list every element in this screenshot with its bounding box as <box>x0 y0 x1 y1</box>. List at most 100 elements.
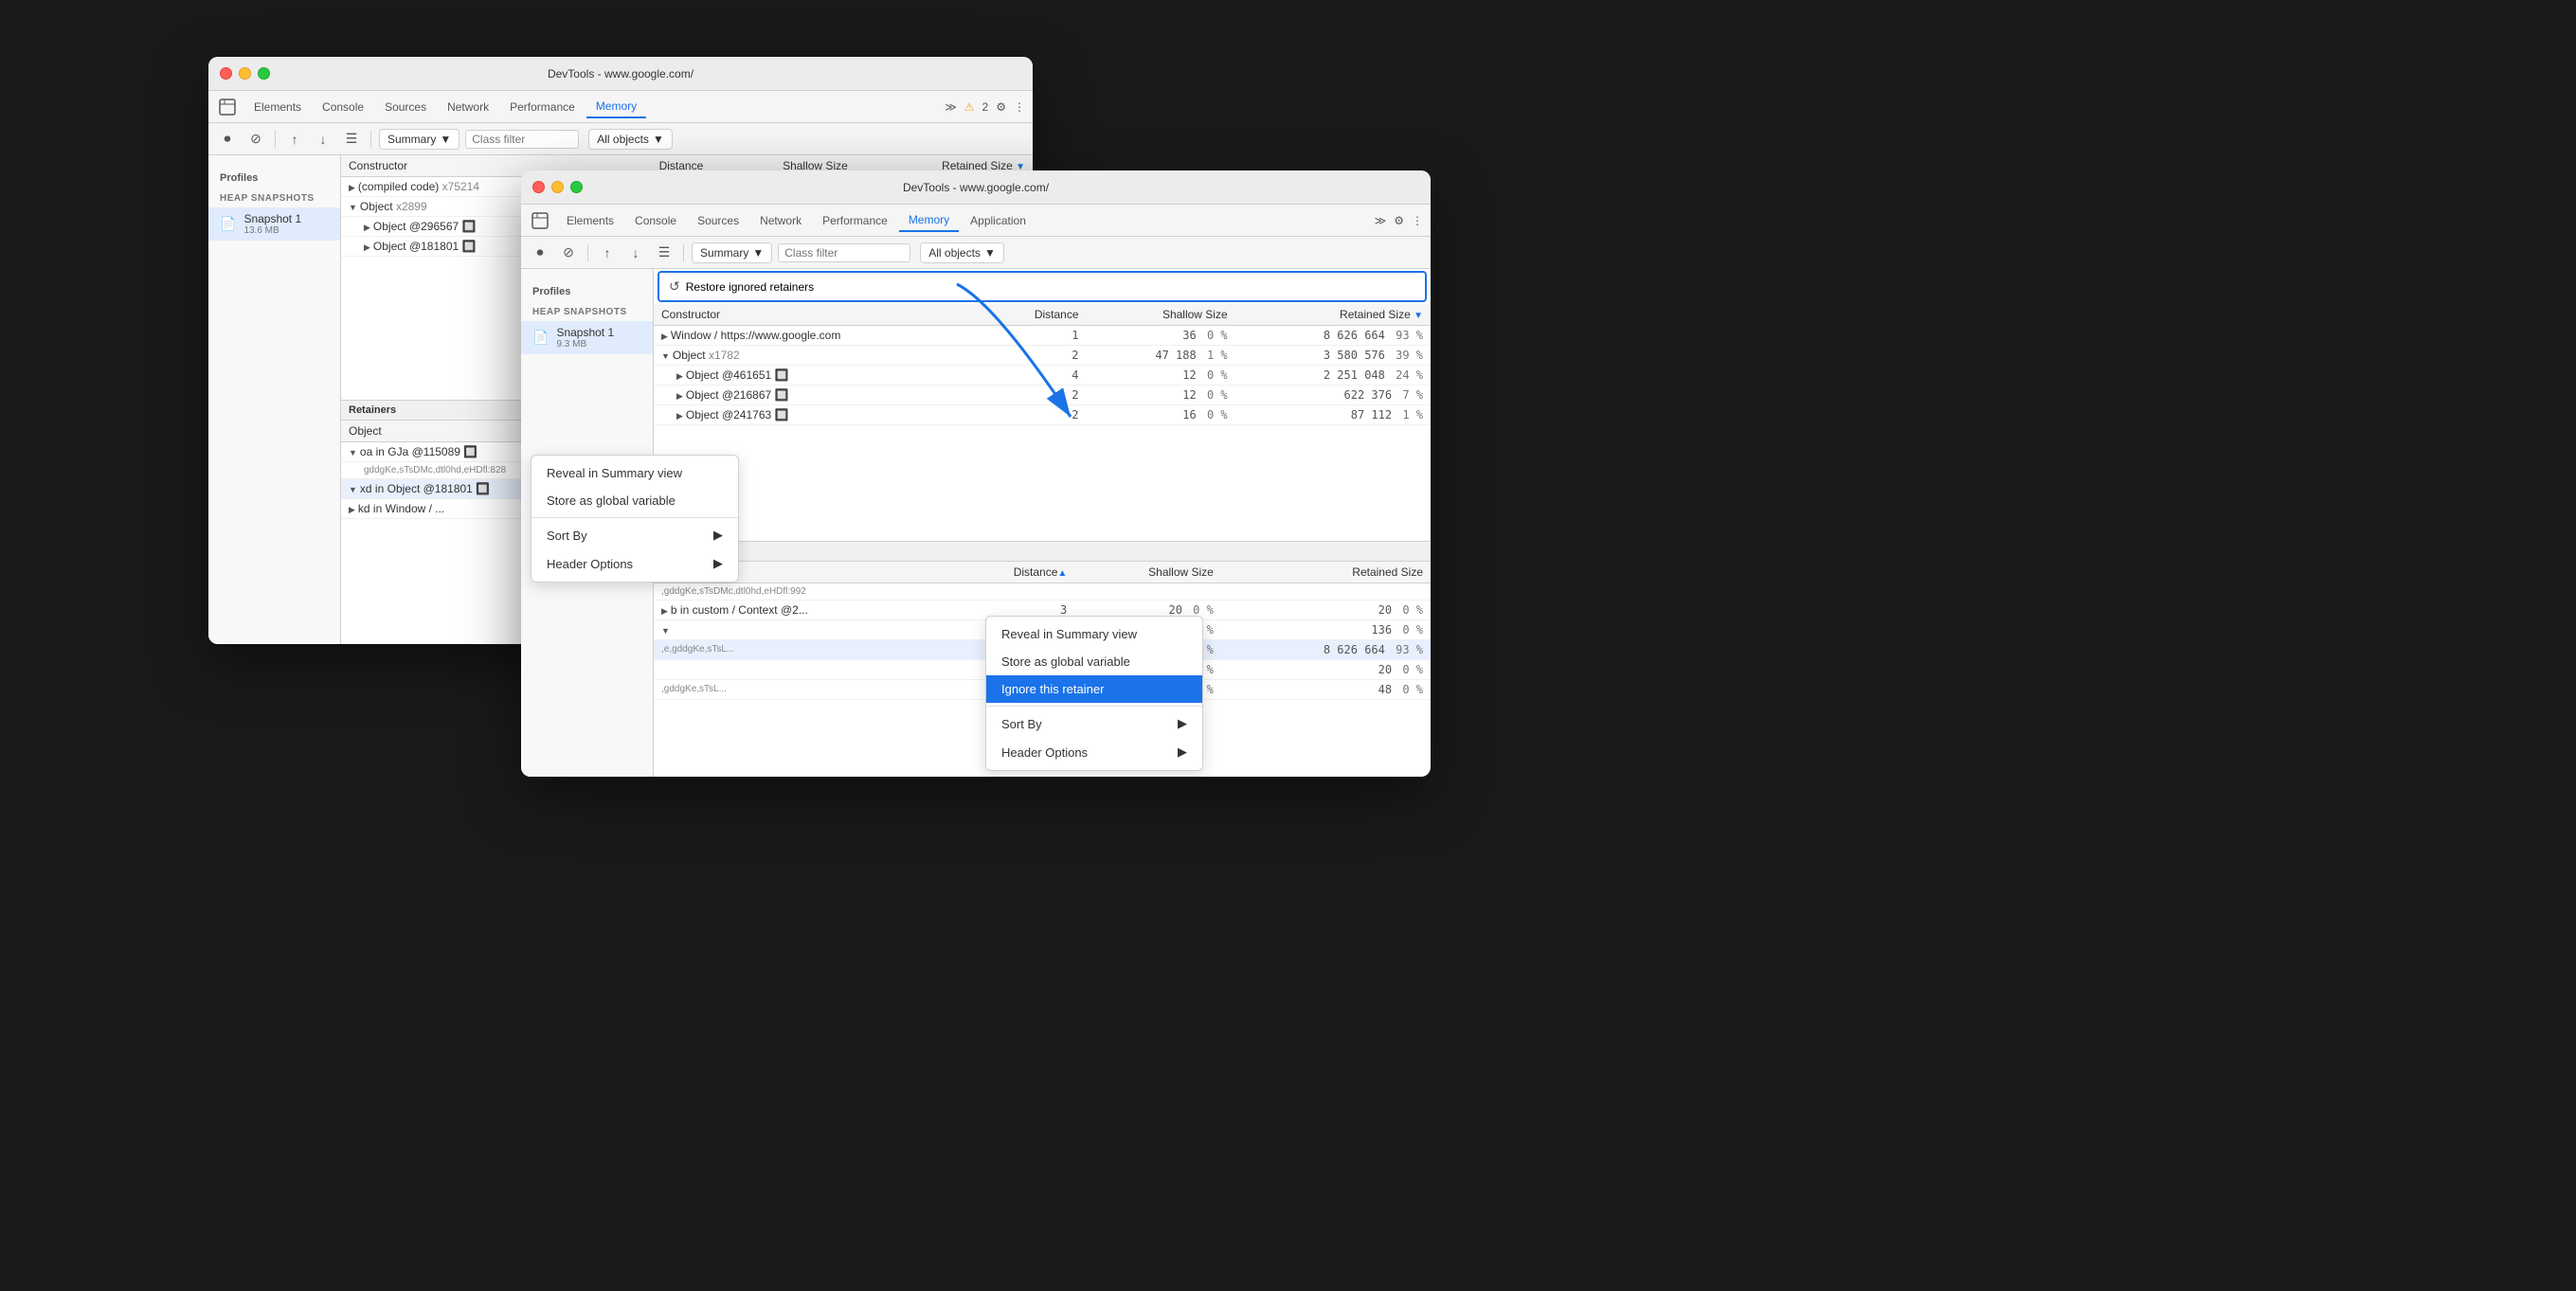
clear-button-front[interactable]: ⊘ <box>557 242 580 264</box>
more-tabs-icon-back[interactable]: ≫ <box>945 100 957 114</box>
constructor-cell: ▶Object @461651 🔲 <box>654 366 985 386</box>
snapshot-item-front[interactable]: 📄 Snapshot 1 9.3 MB <box>521 321 653 354</box>
restore-ignored-banner[interactable]: ↺ Restore ignored retainers <box>658 271 1427 302</box>
collect-button-front[interactable]: ☰ <box>653 242 676 264</box>
record-button-back[interactable]: ⏺ <box>216 128 239 151</box>
menu-item-reveal-front[interactable]: Reveal in Summary view <box>986 620 1202 648</box>
download-button-back[interactable]: ↓ <box>312 128 334 151</box>
tab-bar-right-front: ≫ ⚙ ⋮ <box>1375 214 1423 227</box>
tab-performance-front[interactable]: Performance <box>813 210 897 231</box>
separator-1-back <box>275 131 276 148</box>
minimize-button-front[interactable] <box>551 181 564 193</box>
separator-2-front <box>683 244 684 261</box>
tab-sources-back[interactable]: Sources <box>375 97 436 117</box>
tab-sources-front[interactable]: Sources <box>688 210 748 231</box>
table-row[interactable]: ▶Object @241763 🔲 2 16 0 % 87 112 1 % <box>654 405 1431 425</box>
submenu-arrow-sortby-front: ▶ <box>1178 716 1187 731</box>
table-row[interactable]: ▶Object @461651 🔲 4 12 0 % 2 251 048 24 … <box>654 366 1431 386</box>
menu-item-sortby-front[interactable]: Sort By ▶ <box>986 709 1202 738</box>
snapshot-icon-back: 📄 <box>220 216 236 232</box>
window-title-back: DevTools - www.google.com/ <box>548 67 694 81</box>
retainer-cell <box>654 659 949 679</box>
submenu-arrow-sortby-back: ▶ <box>713 528 723 543</box>
shallow-cell: 16 0 % <box>1087 405 1235 425</box>
settings-icon-back[interactable]: ⚙ <box>996 100 1006 114</box>
tab-application-front[interactable]: Application <box>961 210 1036 231</box>
menu-separator-back <box>531 517 738 518</box>
constructor-table-front: Constructor Distance Shallow Size Retain… <box>654 304 1431 425</box>
shallow-cell: 12 0 % <box>1087 386 1235 405</box>
retained-cell: 20 0 % <box>1221 600 1431 619</box>
snapshot-info-front: Snapshot 1 9.3 MB <box>556 326 614 350</box>
tab-elements-back[interactable]: Elements <box>244 97 311 117</box>
retained-cell: 136 0 % <box>1221 619 1431 639</box>
tab-memory-front[interactable]: Memory <box>899 209 959 232</box>
minimize-button-back[interactable] <box>239 67 251 80</box>
menu-item-headeropts-front[interactable]: Header Options ▶ <box>986 738 1202 766</box>
menu-item-ignore-front[interactable]: Ignore this retainer <box>986 675 1202 703</box>
tab-console-back[interactable]: Console <box>313 97 373 117</box>
constructor-table-area-front: Constructor Distance Shallow Size Retain… <box>654 304 1431 541</box>
more-icon-front[interactable]: ⋮ <box>1412 214 1423 227</box>
close-button-front[interactable] <box>532 181 545 193</box>
tab-network-back[interactable]: Network <box>438 97 498 117</box>
tab-performance-back[interactable]: Performance <box>500 97 585 117</box>
summary-dropdown-front[interactable]: Summary ▼ <box>692 242 772 263</box>
maximize-button-front[interactable] <box>570 181 583 193</box>
distance-cell: 2 <box>985 346 1087 366</box>
class-filter-input-front[interactable] <box>778 243 910 262</box>
shallow-cell <box>1074 583 1221 600</box>
retainer-cell: ,gddgKe,sTsDMc,dtl0hd,eHDfl:992 <box>654 583 949 600</box>
table-row[interactable]: ▶Object @216867 🔲 2 12 0 % 622 376 7 % <box>654 386 1431 405</box>
constructor-cell: ▶Object @216867 🔲 <box>654 386 985 405</box>
menu-item-store-back[interactable]: Store as global variable <box>531 487 738 514</box>
collect-button-back[interactable]: ☰ <box>340 128 363 151</box>
restore-icon: ↺ <box>669 278 680 295</box>
clear-button-back[interactable]: ⊘ <box>244 128 267 151</box>
upload-button-back[interactable]: ↑ <box>283 128 306 151</box>
close-button-back[interactable] <box>220 67 232 80</box>
chevron-down-icon-back: ▼ <box>440 133 451 146</box>
settings-icon-front[interactable]: ⚙ <box>1394 214 1404 227</box>
summary-dropdown-back[interactable]: Summary ▼ <box>379 129 459 150</box>
class-filter-input-back[interactable] <box>465 130 579 149</box>
table-row[interactable]: ▶Window / https://www.google.com 1 36 0 … <box>654 326 1431 346</box>
retainer-cell: ▶b in custom / Context @2... <box>654 600 949 619</box>
shallow-cell: 47 188 1 % <box>1087 346 1235 366</box>
constructor-cell: ▶Window / https://www.google.com <box>654 326 985 346</box>
retainers-title-front: Retainers <box>654 541 1431 562</box>
maximize-button-back[interactable] <box>258 67 270 80</box>
table-row[interactable]: ▼Object x1782 2 47 188 1 % 3 580 576 39 … <box>654 346 1431 366</box>
all-objects-dropdown-back[interactable]: All objects ▼ <box>588 129 673 150</box>
distance-cell: 2 <box>985 405 1087 425</box>
snapshot-item-back[interactable]: 📄 Snapshot 1 13.6 MB <box>208 207 340 241</box>
more-tabs-icon-front[interactable]: ≫ <box>1375 214 1387 227</box>
record-button-front[interactable]: ⏺ <box>529 242 551 264</box>
warning-count-back: 2 <box>982 100 989 114</box>
tab-console-front[interactable]: Console <box>625 210 686 231</box>
separator-1-front <box>587 244 588 261</box>
distance-cell: 2 <box>985 386 1087 405</box>
title-bar-front: DevTools - www.google.com/ <box>521 170 1431 205</box>
menu-item-headeropts-back[interactable]: Header Options ▶ <box>531 549 738 578</box>
menu-item-store-front[interactable]: Store as global variable <box>986 648 1202 675</box>
col-shallow-front-r: Shallow Size <box>1074 562 1221 583</box>
sidebar-back: Profiles HEAP SNAPSHOTS 📄 Snapshot 1 13.… <box>208 155 341 644</box>
upload-button-front[interactable]: ↑ <box>596 242 619 264</box>
table-row[interactable]: ,gddgKe,sTsDMc,dtl0hd,eHDfl:992 <box>654 583 1431 600</box>
download-button-front[interactable]: ↓ <box>624 242 647 264</box>
tab-network-front[interactable]: Network <box>750 210 811 231</box>
tab-memory-back[interactable]: Memory <box>586 96 646 118</box>
constructor-cell: ▼Object x1782 <box>654 346 985 366</box>
profiles-title-back: Profiles <box>208 165 340 188</box>
heap-snapshots-title-front: HEAP SNAPSHOTS <box>521 301 653 321</box>
all-objects-dropdown-front[interactable]: All objects ▼ <box>920 242 1004 263</box>
submenu-arrow-headeropts-front: ▶ <box>1178 744 1187 760</box>
menu-item-sortby-back[interactable]: Sort By ▶ <box>531 521 738 549</box>
menu-separator-front <box>986 706 1202 707</box>
toolbar-back: ⏺ ⊘ ↑ ↓ ☰ Summary ▼ All objects ▼ <box>208 123 1033 155</box>
tab-elements-front[interactable]: Elements <box>557 210 623 231</box>
retainer-cell: ,gddgKe,sTsL... <box>654 679 949 699</box>
more-icon-back[interactable]: ⋮ <box>1014 100 1025 114</box>
menu-item-reveal-back[interactable]: Reveal in Summary view <box>531 459 738 487</box>
